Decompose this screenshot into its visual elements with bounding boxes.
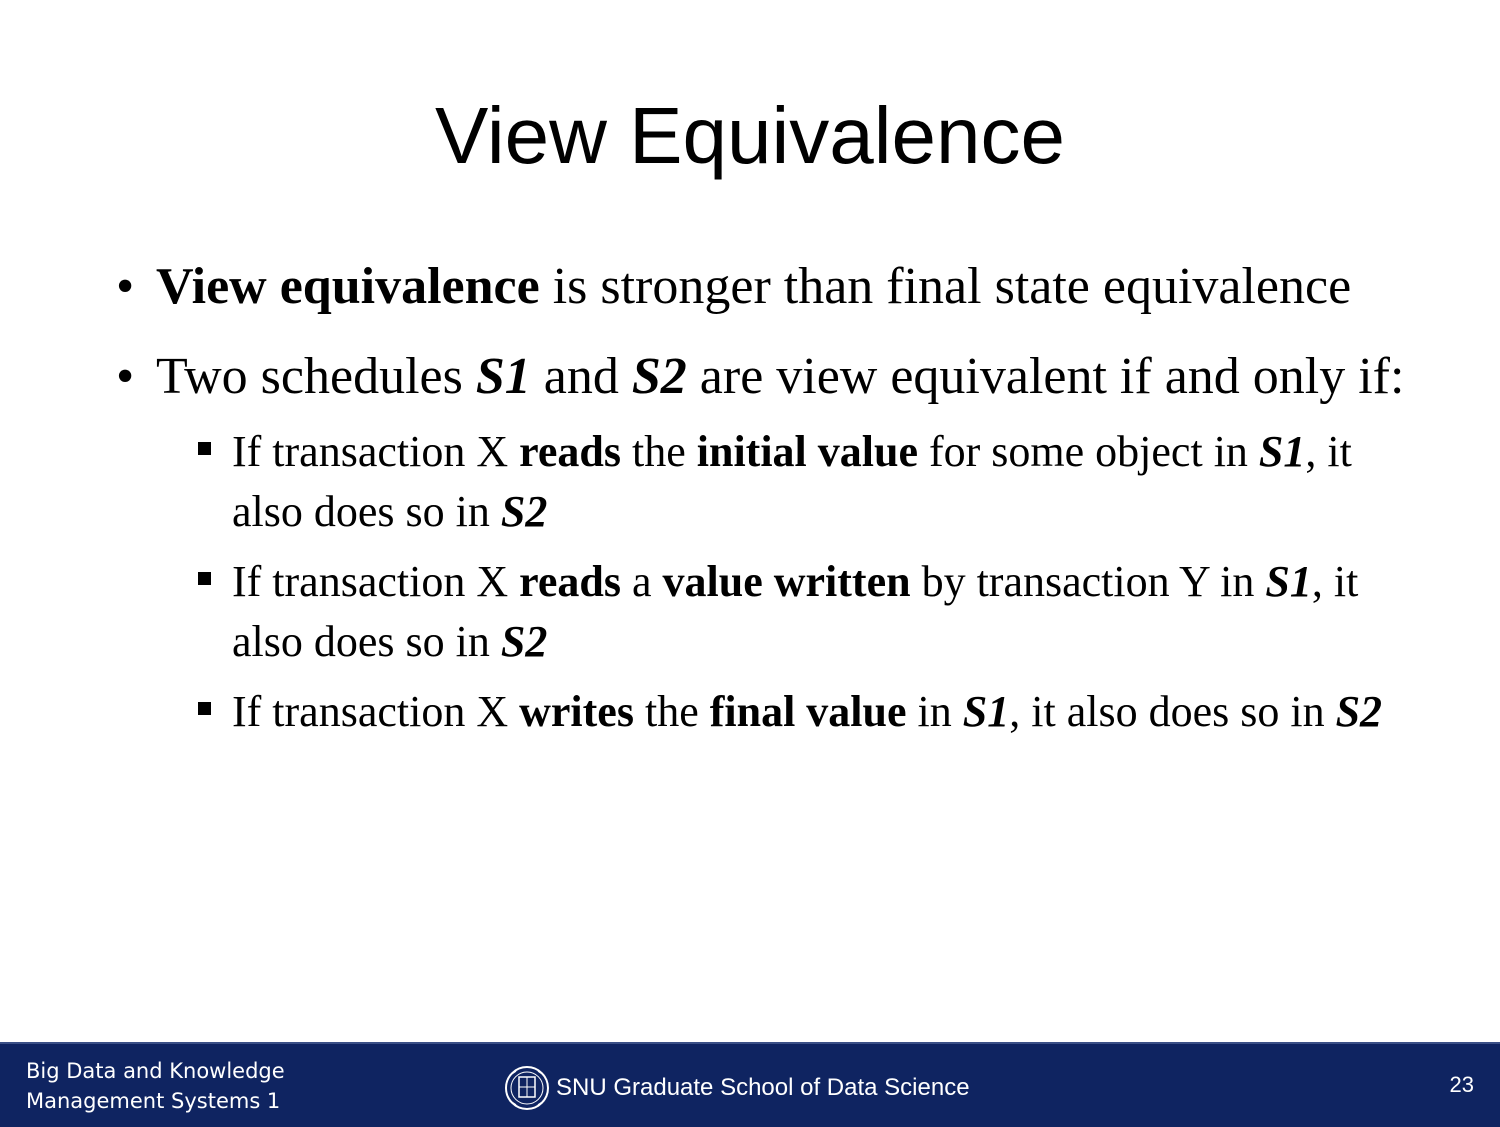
schedule-s1: S1 xyxy=(962,687,1010,736)
sub-bold: value written xyxy=(662,557,911,606)
bullet-dot: • xyxy=(116,258,135,315)
sub-text: If transaction X xyxy=(232,687,520,736)
course-line-2: Management Systems 1 xyxy=(26,1089,281,1113)
school-branding: SNU Graduate School of Data Science xyxy=(502,1064,970,1112)
sub-text: by transaction Y in xyxy=(910,557,1266,606)
snu-emblem-icon xyxy=(505,1066,549,1110)
sub-text: in xyxy=(906,687,963,736)
square-bullet-icon xyxy=(198,572,211,585)
sub-text: If transaction X xyxy=(232,427,520,476)
sub-text: for some object in xyxy=(918,427,1259,476)
sub-bold: writes xyxy=(519,687,634,736)
schedule-s2: S2 xyxy=(500,487,548,536)
bullet-bold-term: View equivalence xyxy=(156,258,540,315)
sub-text: the xyxy=(633,687,710,736)
slide-title: View Equivalence xyxy=(434,91,1066,180)
sub-bold: final value xyxy=(709,687,907,736)
schedule-s2: S2 xyxy=(631,348,687,405)
sub-bullet-list: If transaction X reads the initial value… xyxy=(116,422,1416,742)
schedule-s2: S2 xyxy=(1335,687,1383,736)
slide-footer: Big Data and Knowledge Management System… xyxy=(0,1042,1500,1127)
sub-bullet-initial-value: If transaction X reads the initial value… xyxy=(198,422,1416,542)
sub-text: a xyxy=(620,557,663,606)
sub-text: If transaction X xyxy=(232,557,520,606)
sub-bold: reads xyxy=(519,557,621,606)
course-name: Big Data and Knowledge Management System… xyxy=(26,1056,285,1116)
school-name: SNU Graduate School of Data Science xyxy=(556,1074,970,1101)
bullet-dot: • xyxy=(116,348,135,405)
course-line-1: Big Data and Knowledge xyxy=(26,1059,285,1083)
schedule-s2: S2 xyxy=(500,617,548,666)
bullet-text-part: Two schedules xyxy=(156,348,476,405)
schedule-s1: S1 xyxy=(475,348,531,405)
bullet-text: is stronger than final state equivalence xyxy=(539,258,1352,315)
sub-text: , it also does so in xyxy=(1009,687,1336,736)
sub-bold: reads xyxy=(519,427,621,476)
page-number: 23 xyxy=(1449,1072,1474,1097)
sub-bullet-final-value: If transaction X writes the final value … xyxy=(198,682,1416,742)
bullet-two-schedules: • Two schedules S1 and S2 are view equiv… xyxy=(116,342,1416,412)
square-bullet-icon xyxy=(198,442,211,455)
slide-body: • View equivalence is stronger than fina… xyxy=(116,252,1416,742)
bullet-view-equivalence: • View equivalence is stronger than fina… xyxy=(116,252,1416,322)
sub-bullet-value-written: If transaction X reads a value written b… xyxy=(198,552,1416,672)
schedule-s1: S1 xyxy=(1258,427,1306,476)
bullet-text-part: are view equivalent if and only if: xyxy=(686,348,1405,405)
sub-text: the xyxy=(620,427,697,476)
bullet-text-part: and xyxy=(530,348,632,405)
square-bullet-icon xyxy=(198,702,211,715)
sub-bold: initial value xyxy=(696,427,918,476)
schedule-s1: S1 xyxy=(1265,557,1312,606)
